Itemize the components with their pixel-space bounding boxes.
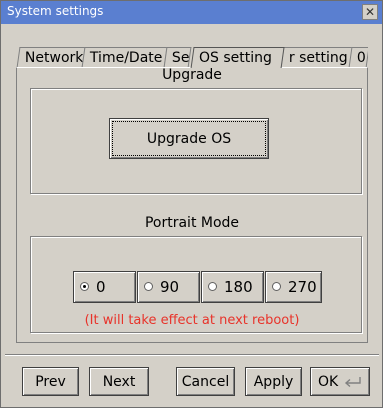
tab-os-setting[interactable]: OS setting	[190, 47, 285, 68]
option-label: 0	[96, 278, 106, 296]
portrait-option-270[interactable]: 270	[265, 271, 322, 303]
prev-button[interactable]: Prev	[22, 367, 79, 396]
ok-button[interactable]: OK	[310, 367, 370, 396]
ok-label: OK	[318, 373, 339, 390]
radio-unselected-icon	[208, 282, 217, 291]
radio-unselected-icon	[144, 282, 153, 291]
portrait-group-title: Portrait Mode	[144, 215, 240, 231]
tab-se[interactable]: Se	[163, 47, 192, 68]
tab-label: Time/Date	[89, 50, 163, 66]
tab-r-setting[interactable]: r setting	[280, 47, 354, 68]
tab-label: r setting	[288, 50, 348, 66]
title-bar: System settings ✕	[1, 1, 382, 24]
tab-label: Network	[24, 50, 84, 66]
radio-unselected-icon	[272, 282, 281, 291]
tab-network[interactable]: Network	[16, 47, 86, 68]
tab-overflow[interactable]: 0	[348, 47, 368, 68]
tab-label: OS setting	[199, 50, 272, 66]
tab-time-date[interactable]: Time/Date	[81, 47, 168, 68]
portrait-option-90[interactable]: 90	[137, 271, 200, 303]
option-label: 180	[224, 278, 253, 296]
portrait-option-0[interactable]: 0	[73, 271, 136, 303]
tab-bar: Network Time/Date Se OS setting r settin…	[16, 47, 368, 68]
tab-label: 0	[356, 50, 366, 66]
next-button[interactable]: Next	[89, 367, 149, 396]
apply-button[interactable]: Apply	[245, 367, 302, 396]
close-icon[interactable]: ✕	[362, 4, 378, 20]
enter-icon	[344, 377, 361, 388]
option-label: 270	[288, 278, 317, 296]
window-title: System settings	[7, 4, 104, 18]
option-label: 90	[160, 278, 180, 296]
portrait-option-180[interactable]: 180	[201, 271, 264, 303]
upgrade-os-button[interactable]: Upgrade OS	[109, 118, 269, 159]
tab-label: Se	[171, 50, 190, 66]
cancel-button[interactable]: Cancel	[176, 367, 235, 396]
reboot-notice: (It will take effect at next reboot)	[84, 313, 300, 328]
settings-window: System settings ✕ Network Time/Date Se O…	[0, 0, 383, 408]
footer-divider	[5, 354, 379, 356]
radio-selected-icon	[80, 282, 89, 291]
upgrade-group-title: Upgrade	[162, 67, 222, 83]
